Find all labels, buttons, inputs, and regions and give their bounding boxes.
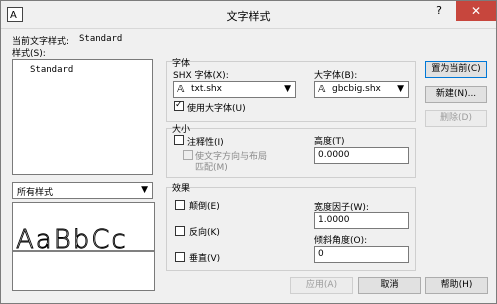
chevron-down-icon: ▼ (397, 84, 404, 94)
oblique-angle-label: 倾斜角度(O): (314, 236, 368, 246)
shx-font-select[interactable]: 𝔸 txt.shx ▼ (173, 81, 296, 98)
shx-font-label: SHX 字体(X): (173, 71, 229, 81)
upside-down-label: 颠倒(E) (189, 202, 220, 212)
height-input[interactable]: 0.0000 (314, 147, 409, 164)
preview-pane: AaBbCc (12, 202, 155, 291)
width-factor-value: 1.0000 (318, 215, 350, 225)
preview-text: AaBbCc (13, 225, 154, 255)
effects-group-title: 效果 (172, 184, 191, 194)
help-button[interactable]: 帮助(H) (425, 277, 488, 294)
cancel-button[interactable]: 取消 (358, 277, 421, 294)
new-button[interactable]: 新建(N)... (425, 86, 487, 103)
big-font-value: gbcbig.shx (332, 84, 381, 94)
big-font-label: 大字体(B): (314, 71, 358, 81)
size-group-title: 大小 (172, 125, 191, 135)
width-factor-input[interactable]: 1.0000 (314, 212, 409, 229)
upside-down-checkbox[interactable] (175, 200, 185, 210)
set-current-button[interactable]: 置为当前(C) (425, 61, 487, 78)
dialog-title: 文字样式 (226, 10, 271, 23)
use-big-font-checkbox[interactable] (174, 100, 184, 111)
font-icon: 𝔸 (318, 84, 326, 95)
svg-text:AaBbCc: AaBbCc (16, 225, 128, 255)
delete-button[interactable]: 删除(D) (425, 110, 487, 127)
style-filter-select[interactable]: 所有样式 ▼ (12, 182, 153, 199)
font-icon: 𝔸 (177, 84, 185, 95)
annotative-label: 注释性(I) (187, 138, 224, 148)
chevron-down-icon: ▼ (284, 84, 291, 94)
apply-button[interactable]: 应用(A) (290, 277, 353, 294)
styles-list[interactable]: Standard (12, 59, 153, 175)
annotative-checkbox[interactable] (174, 135, 184, 145)
shx-font-value: txt.shx (191, 84, 222, 94)
close-button[interactable]: ✕ (456, 1, 496, 21)
chevron-down-icon: ▼ (141, 185, 148, 195)
oblique-angle-input[interactable]: 0 (314, 246, 409, 263)
vertical-label: 垂直(V) (189, 254, 221, 264)
vertical-checkbox[interactable] (175, 252, 185, 262)
backwards-checkbox[interactable] (175, 226, 185, 236)
styles-label: 样式(S): (12, 49, 46, 59)
match-orientation-checkbox[interactable] (183, 150, 193, 160)
oblique-angle-value: 0 (318, 249, 324, 259)
use-big-font-label: 使用大字体(U) (187, 104, 246, 114)
style-filter-value: 所有样式 (17, 188, 54, 198)
title-bar: A 文字样式 ? ✕ (1, 1, 496, 29)
backwards-label: 反向(K) (189, 228, 220, 238)
list-item[interactable]: Standard (30, 65, 73, 75)
help-icon[interactable]: ? (424, 1, 454, 21)
big-font-select[interactable]: 𝔸 gbcbig.shx ▼ (314, 81, 409, 98)
text-style-dialog: A 文字样式 ? ✕ 当前文字样式: Standard 样式(S): Stand… (0, 0, 497, 304)
height-label: 高度(T) (314, 137, 345, 147)
current-style-value: Standard (79, 34, 123, 44)
height-value: 0.0000 (318, 150, 350, 160)
match-orientation-label-line2: 匹配(M) (195, 163, 228, 173)
